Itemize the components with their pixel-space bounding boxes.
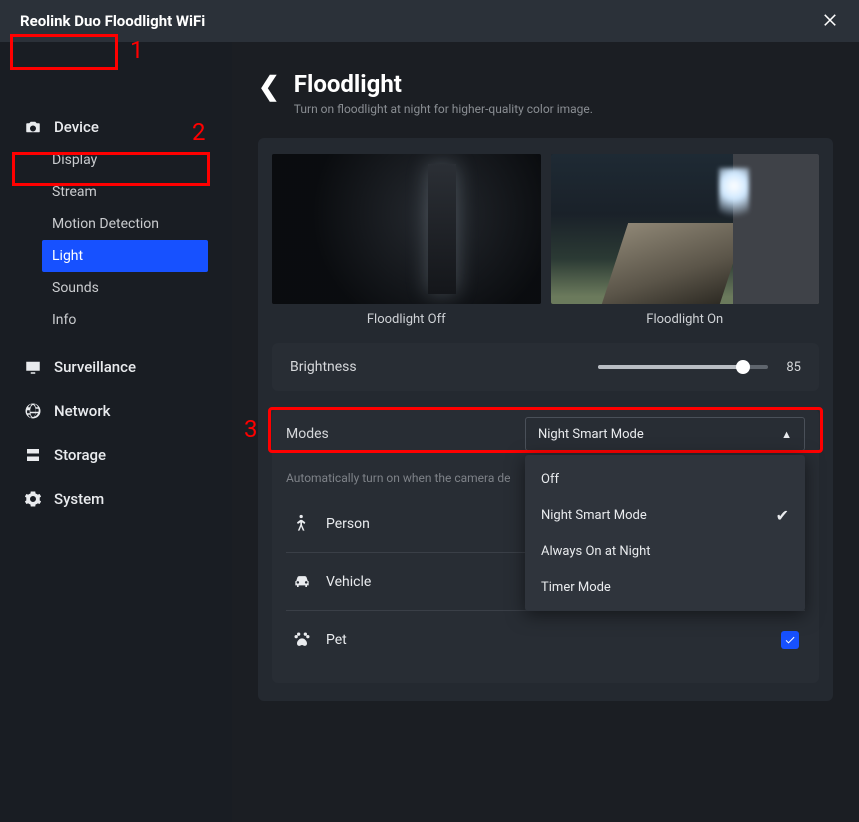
- vehicle-icon: [292, 572, 312, 592]
- sidebar-group-storage[interactable]: Storage: [22, 438, 232, 472]
- preview-off[interactable]: Floodlight Off: [272, 154, 541, 327]
- pet-checkbox[interactable]: [781, 631, 799, 649]
- modes-option-timer[interactable]: Timer Mode: [525, 569, 805, 605]
- preview-on-image: [551, 154, 820, 304]
- brightness-slider[interactable]: [598, 365, 768, 369]
- check-icon: ✔: [776, 506, 789, 525]
- sidebar-group-surveillance-label: Surveillance: [54, 358, 136, 376]
- preview-off-image: [272, 154, 541, 304]
- camera-icon: [24, 118, 42, 136]
- preview-on[interactable]: Floodlight On: [551, 154, 820, 327]
- sidebar-group-network-label: Network: [54, 402, 110, 420]
- detect-label-pet: Pet: [326, 632, 347, 648]
- modes-option-off[interactable]: Off: [525, 461, 805, 497]
- modes-row: Modes Night Smart Mode ▲: [272, 409, 819, 459]
- sidebar-group-surveillance[interactable]: Surveillance: [22, 350, 232, 384]
- sidebar-group-device-label: Device: [54, 118, 99, 136]
- sidebar-group-system-label: System: [54, 490, 104, 508]
- sidebar: 1 2 Device Display Stream Motion Detecti…: [0, 42, 232, 822]
- main-content: ❮ Floodlight Turn on floodlight at night…: [232, 42, 859, 822]
- sidebar-item-display[interactable]: Display: [22, 144, 232, 176]
- gear-icon: [24, 490, 42, 508]
- preview-on-label: Floodlight On: [646, 312, 723, 327]
- close-icon[interactable]: [821, 9, 839, 34]
- sidebar-group-device[interactable]: Device: [22, 110, 232, 144]
- monitor-icon: [24, 358, 42, 376]
- brightness-label: Brightness: [290, 359, 357, 375]
- pet-icon: [292, 630, 312, 650]
- annotation-number-3: 3: [244, 415, 258, 443]
- floodlight-panel: Floodlight Off Floodlight On Brightness: [258, 138, 833, 701]
- detect-label-person: Person: [326, 516, 370, 532]
- sidebar-group-system[interactable]: System: [22, 482, 232, 516]
- modes-label: Modes: [286, 426, 329, 442]
- preview-off-label: Floodlight Off: [367, 312, 446, 327]
- detect-row-pet[interactable]: Pet: [286, 611, 805, 669]
- sidebar-group-network[interactable]: Network: [22, 394, 232, 428]
- modes-select[interactable]: Night Smart Mode ▲: [525, 417, 805, 451]
- sidebar-item-light[interactable]: Light: [42, 240, 208, 272]
- back-icon[interactable]: ❮: [258, 72, 280, 102]
- sidebar-item-motion-detection[interactable]: Motion Detection: [22, 208, 232, 240]
- modes-option-always-on[interactable]: Always On at Night: [525, 533, 805, 569]
- sidebar-item-sounds[interactable]: Sounds: [22, 272, 232, 304]
- brightness-row: Brightness 85: [272, 343, 819, 391]
- titlebar: Reolink Duo Floodlight WiFi: [0, 0, 859, 42]
- sidebar-item-info[interactable]: Info: [22, 304, 232, 336]
- person-icon: [292, 514, 312, 534]
- modes-select-value: Night Smart Mode: [538, 427, 644, 442]
- sidebar-item-stream[interactable]: Stream: [22, 176, 232, 208]
- sidebar-group-storage-label: Storage: [54, 446, 106, 464]
- brightness-value: 85: [786, 360, 801, 375]
- page-title: Floodlight: [294, 70, 593, 98]
- modes-dropdown: Off Night Smart Mode ✔ Always On at Nigh…: [525, 455, 805, 611]
- chevron-up-icon: ▲: [781, 428, 792, 441]
- window-title: Reolink Duo Floodlight WiFi: [20, 12, 205, 30]
- globe-icon: [24, 402, 42, 420]
- detect-label-vehicle: Vehicle: [326, 574, 371, 590]
- storage-icon: [24, 446, 42, 464]
- page-subtitle: Turn on floodlight at night for higher-q…: [294, 102, 593, 116]
- modes-option-night-smart[interactable]: Night Smart Mode ✔: [525, 497, 805, 533]
